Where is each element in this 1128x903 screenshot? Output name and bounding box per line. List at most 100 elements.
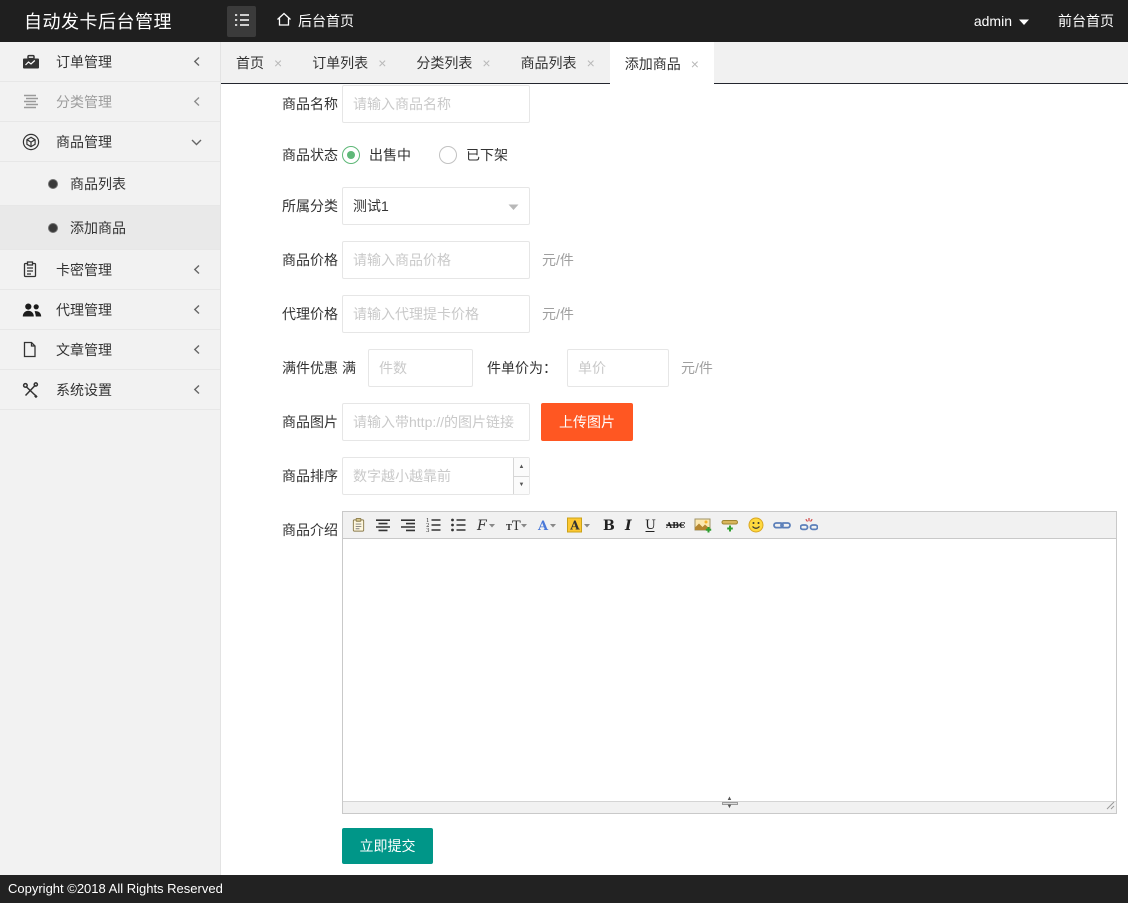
- chevron-left-icon: [192, 382, 202, 398]
- bold-icon[interactable]: B: [601, 516, 614, 534]
- agent-price-input[interactable]: [342, 295, 530, 333]
- discount-mid-label: 件单价为：: [487, 358, 557, 378]
- strikethrough-icon[interactable]: ABC: [666, 516, 685, 534]
- sidebar-item-cards[interactable]: 卡密管理: [0, 250, 220, 290]
- sidebar: 订单管理 分类管理 商品管理 商品列表 添加商品 卡密管理: [0, 42, 221, 875]
- product-name-input[interactable]: [342, 85, 530, 123]
- radio-label: 出售中: [369, 145, 411, 165]
- upload-image-button[interactable]: 上传图片: [541, 403, 633, 441]
- editor-resize-handle[interactable]: ▲▼: [719, 797, 741, 810]
- sort-input[interactable]: [342, 457, 530, 495]
- list-lines-icon: [22, 94, 48, 109]
- add-product-form: 商品名称 商品状态 出售中 已下架 所属分类 测试1: [221, 84, 1128, 864]
- sidebar-subitem-add-product[interactable]: 添加商品: [0, 206, 220, 250]
- frontend-home-link[interactable]: 前台首页: [1058, 11, 1114, 31]
- discount-prefix-label: 满: [342, 358, 356, 378]
- top-header: 自动发卡后台管理 后台首页 admin 前台首页: [0, 0, 1128, 42]
- form-row-product-name: 商品名称: [282, 85, 1128, 123]
- tab-close-icon[interactable]: ×: [482, 56, 490, 70]
- svg-text:A: A: [569, 519, 580, 533]
- insert-image-icon[interactable]: [694, 516, 712, 534]
- ordered-list-icon[interactable]: 123: [425, 516, 441, 534]
- sidebar-subitem-product-list[interactable]: 商品列表: [0, 162, 220, 206]
- align-center-icon[interactable]: [375, 516, 391, 534]
- tab-category-list[interactable]: 分类列表 ×: [401, 42, 505, 84]
- copyright-text: Copyright ©2018 All Rights Reserved: [8, 881, 223, 896]
- tab-close-icon[interactable]: ×: [587, 56, 595, 70]
- sidebar-item-categories[interactable]: 分类管理: [0, 82, 220, 122]
- emoticon-icon[interactable]: [748, 516, 764, 534]
- form-row-product-status: 商品状态 出售中 已下架: [282, 139, 1128, 171]
- underline-icon[interactable]: U: [643, 516, 657, 534]
- breadcrumb[interactable]: 后台首页: [276, 11, 354, 31]
- footer: Copyright ©2018 All Rights Reserved: [0, 875, 1128, 903]
- field-label: 商品状态: [282, 145, 342, 165]
- status-radio-on-sale[interactable]: 出售中: [342, 145, 411, 165]
- field-label: 商品图片: [282, 412, 342, 432]
- tools-icon: [22, 382, 48, 398]
- sidebar-item-articles[interactable]: 文章管理: [0, 330, 220, 370]
- discount-quantity-input[interactable]: [368, 349, 473, 387]
- svg-text:T: T: [512, 519, 521, 533]
- tab-close-icon[interactable]: ×: [378, 56, 386, 70]
- image-url-input[interactable]: [342, 403, 530, 441]
- insert-hr-icon[interactable]: [721, 516, 739, 534]
- discount-unit-price-input[interactable]: [567, 349, 669, 387]
- unlink-icon[interactable]: [800, 516, 818, 534]
- highlight-color-icon[interactable]: A: [567, 516, 592, 534]
- number-spinner: ▲ ▼: [513, 458, 529, 494]
- field-label: 商品价格: [282, 250, 342, 270]
- submit-button[interactable]: 立即提交: [342, 828, 433, 864]
- sidebar-toggle-button[interactable]: [227, 6, 256, 37]
- agent-price-unit-suffix: 元/件: [542, 304, 574, 324]
- briefcase-chart-icon: [22, 54, 48, 70]
- breadcrumb-label: 后台首页: [298, 11, 354, 31]
- menu-list-icon: [234, 13, 250, 30]
- user-menu[interactable]: admin: [974, 13, 1030, 29]
- chevron-left-icon: [192, 342, 202, 358]
- plain-paste-icon[interactable]: [351, 516, 366, 534]
- font-family-icon[interactable]: F: [475, 516, 496, 534]
- category-select[interactable]: 测试1: [342, 187, 530, 225]
- field-label: 商品名称: [282, 94, 342, 114]
- status-radio-off-shelf[interactable]: 已下架: [439, 145, 508, 165]
- username: admin: [974, 13, 1012, 29]
- spinner-up-icon[interactable]: ▲: [514, 458, 529, 477]
- chevron-left-icon: [192, 54, 202, 70]
- font-size-icon[interactable]: TT: [505, 516, 528, 534]
- tab-label: 分类列表: [416, 53, 472, 73]
- sidebar-item-settings[interactable]: 系统设置: [0, 370, 220, 410]
- sidebar-item-label: 文章管理: [48, 340, 192, 360]
- editor-content-area[interactable]: [343, 539, 1116, 801]
- price-input[interactable]: [342, 241, 530, 279]
- editor-toolbar: 123 F TT A A B I U ABC: [343, 512, 1116, 539]
- unordered-list-icon[interactable]: [450, 516, 466, 534]
- form-row-intro: 商品介绍 123 F TT A A B I U ABC: [282, 511, 1128, 814]
- sidebar-item-products[interactable]: 商品管理: [0, 122, 220, 162]
- font-color-icon[interactable]: A: [537, 516, 558, 534]
- link-icon[interactable]: [773, 516, 791, 534]
- sidebar-item-label: 商品管理: [48, 132, 191, 152]
- spinner-down-icon[interactable]: ▼: [514, 477, 529, 495]
- tab-product-list[interactable]: 商品列表 ×: [506, 42, 610, 84]
- tab-add-product[interactable]: 添加商品 ×: [610, 42, 714, 85]
- align-right-icon[interactable]: [400, 516, 416, 534]
- tab-close-icon[interactable]: ×: [691, 57, 699, 71]
- italic-icon[interactable]: I: [623, 516, 634, 534]
- bullet-icon: [48, 223, 58, 233]
- field-label: 商品排序: [282, 466, 342, 486]
- caret-down-icon: [1018, 13, 1030, 29]
- tab-close-icon[interactable]: ×: [274, 56, 282, 70]
- sidebar-subitem-label: 商品列表: [70, 174, 126, 194]
- main-content: 首页 × 订单列表 × 分类列表 × 商品列表 × 添加商品 × 商品名称 商品…: [221, 42, 1128, 875]
- chevron-left-icon: [192, 262, 202, 278]
- svg-text:F: F: [476, 518, 488, 533]
- tab-home[interactable]: 首页 ×: [221, 42, 297, 84]
- editor-corner-grip-icon[interactable]: [1106, 797, 1115, 813]
- sidebar-item-agents[interactable]: 代理管理: [0, 290, 220, 330]
- sidebar-item-orders[interactable]: 订单管理: [0, 42, 220, 82]
- radio-selected-icon: [342, 146, 360, 164]
- tab-order-list[interactable]: 订单列表 ×: [297, 42, 401, 84]
- svg-text:I: I: [624, 518, 632, 533]
- field-label: 商品介绍: [282, 511, 342, 540]
